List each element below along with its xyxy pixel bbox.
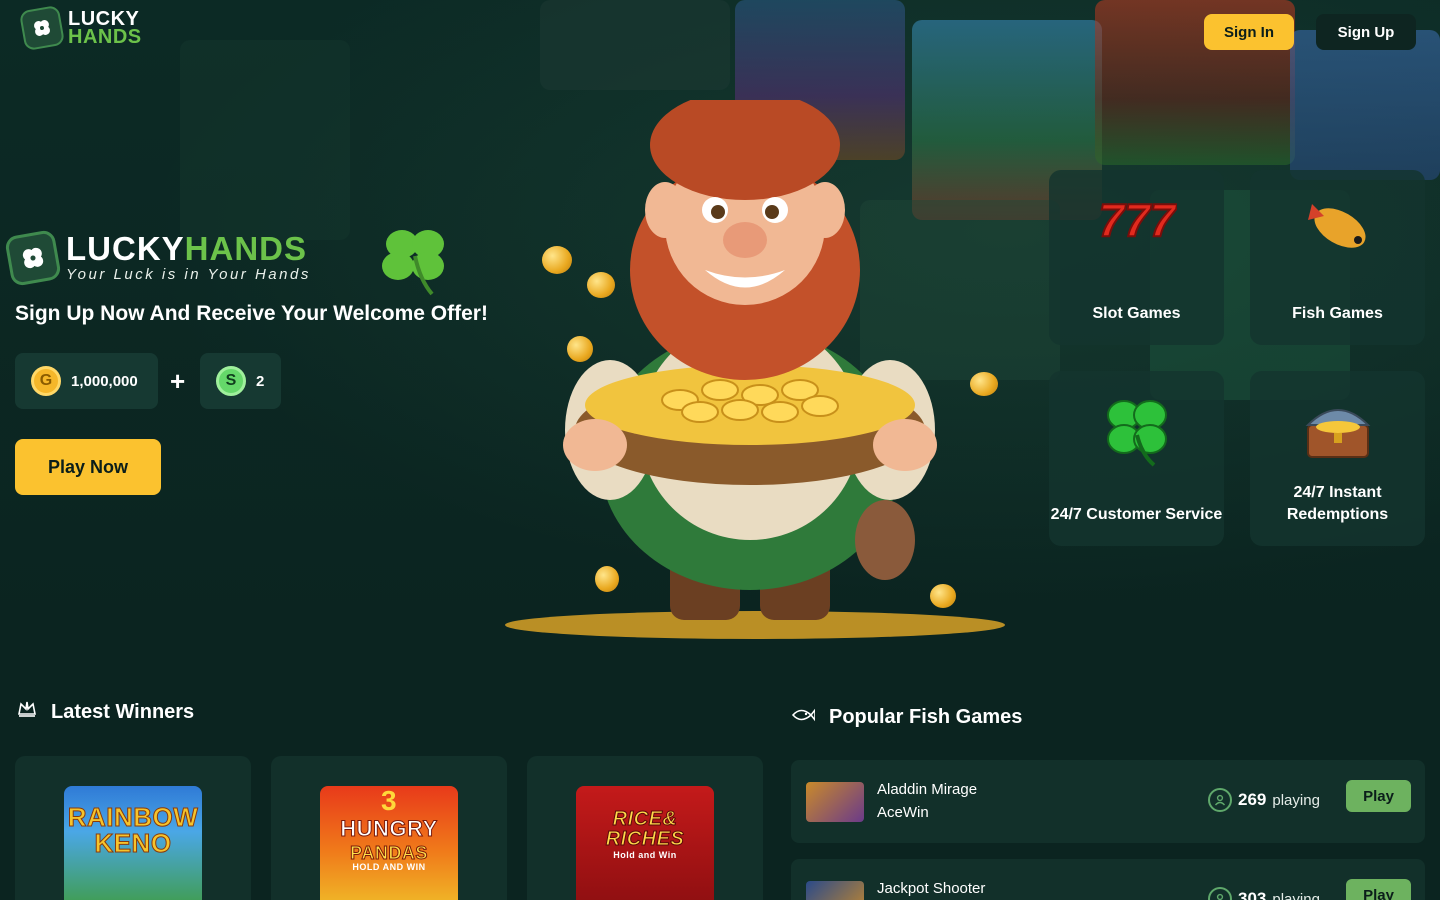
play-button[interactable]: Play: [1346, 780, 1411, 812]
feature-card-customer-service[interactable]: 24/7 Customer Service: [1049, 371, 1224, 546]
players-suffix: playing: [1272, 791, 1320, 809]
feature-label: Slot Games: [1092, 305, 1181, 322]
popular-fish-games-title: Popular Fish Games: [829, 706, 1023, 728]
hero-brand-lucky: LUCKY: [66, 230, 185, 267]
players-suffix: playing: [1272, 890, 1320, 900]
feature-card-slot-games[interactable]: 777 Slot Games: [1049, 170, 1224, 345]
hero-logo: LUCKYHANDS Your Luck is in Your Hands: [4, 228, 311, 287]
plus-sign: +: [170, 366, 186, 396]
game-title-line: RAINBOW: [67, 802, 199, 832]
hero-brand-wordmark: LUCKYHANDS: [66, 232, 311, 266]
user-icon: [1208, 887, 1232, 900]
svg-text:777: 777: [1098, 194, 1176, 244]
background-game-tile: [180, 40, 350, 240]
game-title-line: KENO: [94, 828, 172, 858]
sign-in-button[interactable]: Sign In: [1204, 14, 1294, 50]
players-number: 269: [1238, 790, 1267, 809]
floating-coin: [567, 336, 593, 362]
clover-icon: [372, 222, 458, 301]
game-art-3-hungry-pandas: 3 HUNGRY PANDAS HOLD AND WIN: [320, 786, 458, 900]
leprechaun-illustration: [500, 90, 1020, 650]
play-now-button[interactable]: Play Now: [15, 439, 161, 495]
header-logo[interactable]: LUCKY HANDS: [18, 4, 142, 52]
sweep-coin-offer: S 2: [200, 353, 281, 409]
popular-fish-games-heading: Popular Fish Games: [791, 706, 1022, 729]
floating-coin: [587, 272, 615, 298]
floating-coin: [930, 584, 956, 608]
fish-game-name: Aladdin Mirage: [877, 781, 978, 798]
feature-label: 24/7 Customer Service: [1050, 506, 1223, 523]
winner-card[interactable]: 3 HUNGRY PANDAS HOLD AND WIN: [271, 756, 507, 900]
game-title-line: HUNGRY: [340, 816, 438, 842]
players-count: 303 playing: [1208, 887, 1320, 900]
hero-brand-hands: HANDS: [184, 230, 308, 267]
game-art-rice-and-riches: RICE& RICHES Hold and Win: [576, 786, 714, 900]
fish-icon: [1298, 194, 1378, 265]
fish-game-thumbnail: [806, 881, 864, 900]
fish-game-provider: AceWin: [877, 804, 929, 821]
floating-coin: [970, 372, 998, 396]
winner-card[interactable]: RICE& RICHES Hold and Win: [527, 756, 763, 900]
gold-coin-amount: 1,000,000: [71, 372, 138, 390]
floating-coin: [542, 246, 572, 274]
feature-label: 24/7 Instant Redemptions: [1286, 484, 1389, 523]
background-game-tile: [540, 0, 730, 90]
gold-coin-icon: G: [31, 366, 61, 396]
fish-game-row[interactable]: Jackpot Shooter 303 playing Play: [791, 859, 1425, 900]
four-leaf-clover-icon: [1102, 395, 1172, 472]
gold-coin-offer: G 1,000,000: [15, 353, 158, 409]
latest-winners-heading: Latest Winners: [17, 700, 194, 724]
feature-label: Fish Games: [1292, 305, 1383, 322]
fish-game-thumbnail: [806, 782, 864, 822]
sweep-coin-amount: 2: [256, 372, 265, 390]
floating-coin: [595, 566, 619, 592]
feature-card-instant-redemptions[interactable]: 24/7 Instant Redemptions: [1250, 371, 1425, 546]
crown-icon: [17, 700, 37, 724]
treasure-chest-icon: [1298, 395, 1378, 466]
sweep-coin-icon: S: [216, 366, 246, 396]
fish-game-row[interactable]: Aladdin Mirage AceWin 269 playing Play: [791, 760, 1425, 843]
latest-winners-title: Latest Winners: [51, 700, 195, 723]
game-subtitle: Hold and Win: [613, 850, 677, 860]
clover-card-icon: [4, 228, 62, 287]
fish-game-name: Jackpot Shooter: [877, 880, 986, 897]
game-art-rainbow-keno: RAINBOW KENO: [64, 786, 202, 900]
background-game-tile: [1290, 30, 1440, 180]
game-title-line: RICHES: [605, 828, 685, 851]
welcome-offer-headline: Sign Up Now And Receive Your Welcome Off…: [15, 302, 488, 325]
user-icon: [1208, 788, 1232, 812]
game-title-line: 3: [380, 786, 398, 816]
brand-wordmark: LUCKY HANDS: [68, 9, 142, 48]
fish-outline-icon: [791, 706, 816, 729]
brand-line-2: HANDS: [68, 26, 142, 48]
sign-up-button[interactable]: Sign Up: [1316, 14, 1416, 50]
brand-tagline: Your Luck is in Your Hands: [66, 266, 311, 283]
777-slot-icon: 777: [1097, 193, 1178, 249]
play-button[interactable]: Play: [1346, 879, 1411, 900]
winner-card[interactable]: RAINBOW KENO: [15, 756, 251, 900]
players-count: 269 playing: [1208, 788, 1320, 812]
feature-card-fish-games[interactable]: Fish Games: [1250, 170, 1425, 345]
game-subtitle: HOLD AND WIN: [352, 862, 426, 872]
clover-card-icon: [18, 4, 66, 52]
players-number: 303: [1238, 889, 1267, 900]
hero-brand-block: LUCKYHANDS Your Luck is in Your Hands: [66, 232, 311, 284]
